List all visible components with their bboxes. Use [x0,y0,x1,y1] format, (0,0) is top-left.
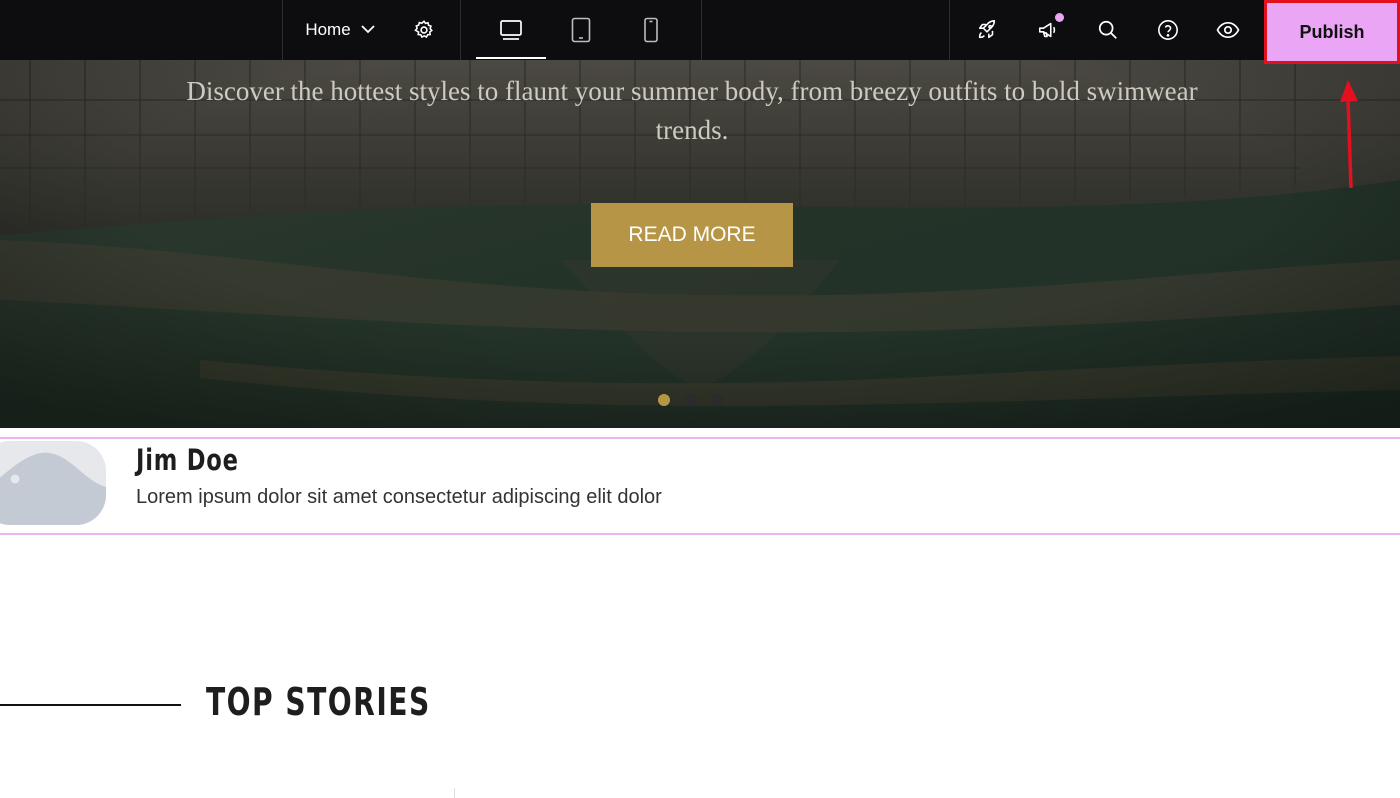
mobile-view-button[interactable] [623,0,679,60]
toolbar-divider [701,0,702,60]
section-title-rule [0,704,181,706]
author-bio: Lorem ipsum dolor sit amet consectetur a… [136,486,662,508]
boost-button[interactable] [959,0,1015,60]
column-divider [454,788,455,798]
page-settings-button[interactable] [396,0,452,60]
slider-dot[interactable] [712,394,724,406]
help-button[interactable] [1140,0,1196,60]
page-selector-label: Home [305,20,351,39]
author-avatar-placeholder [0,441,106,525]
toolbar-divider [460,0,461,60]
hero-subtitle: Discover the hottest styles to flaunt yo… [186,76,1198,145]
slider-dot[interactable] [685,394,697,406]
author-section[interactable]: Jim Doe Lorem ipsum dolor sit amet conse… [0,437,1400,535]
toolbar-divider [282,0,283,60]
top-stories-heading: TOP STORIES [206,680,431,724]
hero-slider: Discover the hottest styles to flaunt yo… [0,60,1400,428]
toolbar-divider [949,0,950,60]
preview-button[interactable] [1200,0,1256,60]
editor-toolbar: Home [0,0,1400,60]
help-icon [1157,19,1179,41]
settings-icon [413,19,435,41]
read-more-button[interactable]: READ MORE [591,203,793,267]
tablet-icon [571,17,591,43]
preview-eye-icon [1216,21,1240,39]
annotation-arrow [1340,80,1358,189]
page-selector[interactable]: Home [290,0,390,60]
desktop-icon [499,19,523,41]
mobile-icon [643,17,659,43]
author-name: Jim Doe [136,443,239,477]
website-editor: Home Publish Discover the hottest styles… [0,0,1400,798]
slider-pagination [658,394,724,406]
rocket-icon [976,19,998,41]
slider-dot[interactable] [658,394,670,406]
chevron-down-icon [361,21,375,39]
active-device-indicator [476,57,546,59]
publish-button[interactable]: Publish [1264,0,1400,64]
search-icon [1097,19,1119,41]
notification-dot [1055,13,1064,22]
tablet-view-button[interactable] [553,0,609,60]
search-button[interactable] [1080,0,1136,60]
desktop-view-button[interactable] [483,0,539,60]
megaphone-icon [1036,19,1060,41]
marketing-button[interactable] [1020,0,1076,60]
